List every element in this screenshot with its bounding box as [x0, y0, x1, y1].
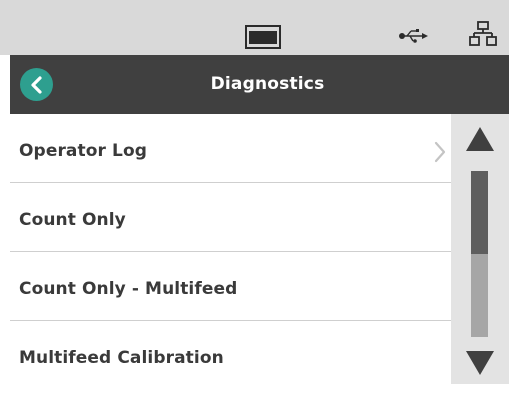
list-item-label: Count Only - Multifeed: [19, 279, 238, 299]
scrollbar[interactable]: [451, 114, 509, 384]
network-icon: [469, 21, 497, 51]
list-item-count-only[interactable]: Count Only: [10, 183, 451, 251]
list-item-label: Multifeed Calibration: [19, 348, 224, 368]
chevron-right-icon: [433, 140, 447, 168]
list-item-label: Operator Log: [19, 141, 147, 161]
title-bar: Diagnostics: [10, 55, 509, 114]
scrollbar-thumb[interactable]: [471, 171, 488, 254]
list-item-multifeed-calibration[interactable]: Multifeed Calibration: [10, 321, 451, 389]
triangle-down-icon[interactable]: [465, 350, 495, 380]
display-icon: [245, 25, 281, 53]
list-item-label: Count Only: [19, 210, 126, 230]
status-bar: [0, 0, 509, 55]
page-title: Diagnostics: [210, 74, 325, 94]
list-item-count-only-multifeed[interactable]: Count Only - Multifeed: [10, 252, 451, 320]
scrollbar-track[interactable]: [471, 171, 488, 337]
triangle-up-icon[interactable]: [465, 126, 495, 156]
list-item-operator-log[interactable]: Operator Log: [10, 114, 451, 182]
usb-icon: [398, 28, 428, 47]
menu-list: Operator Log Count Only Count Only - Mul…: [10, 114, 451, 384]
